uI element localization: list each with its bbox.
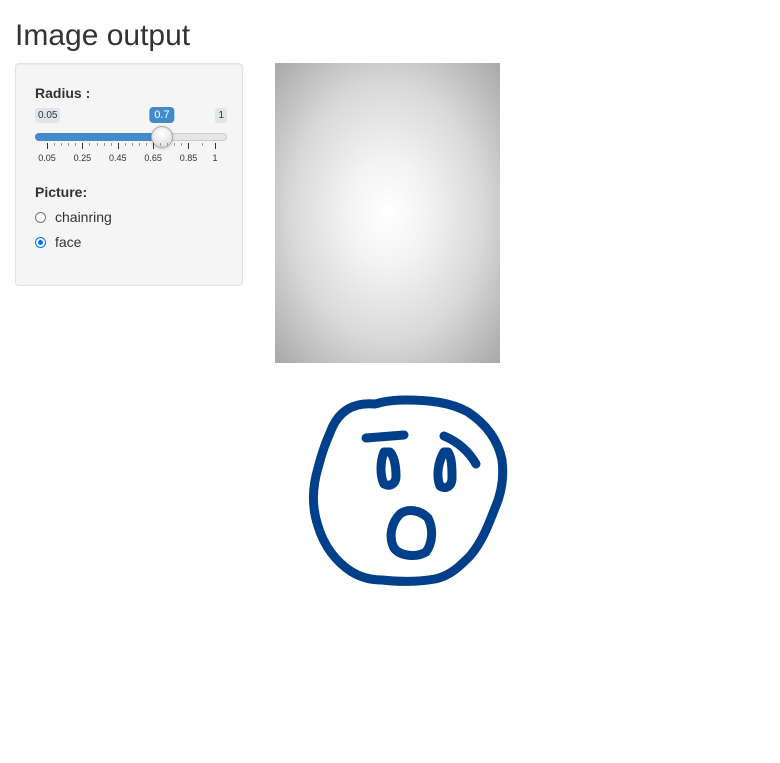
page-title: Image output — [15, 19, 191, 52]
slider-minor-tick — [89, 143, 91, 146]
slider-tick — [153, 143, 155, 149]
radio-label-face: face — [55, 234, 82, 250]
face-drawing-image — [309, 395, 508, 586]
radio-option-face[interactable]: face — [35, 234, 81, 250]
slider-tick — [188, 143, 190, 149]
radius-slider[interactable]: 0.05 1 0.7 0.05 0.25 0.45 0.65 0.85 1 — [35, 107, 227, 164]
slider-tick — [215, 143, 216, 149]
slider-minor-tick — [61, 143, 63, 146]
slider-minor-tick — [160, 143, 162, 146]
slider-minor-tick — [181, 143, 183, 146]
radio-option-chainring[interactable]: chainring — [35, 209, 112, 225]
sidebar-panel: Radius : 0.05 1 0.7 0.05 0.25 0.45 0.65 0.85… — [15, 63, 243, 286]
radio-label-chainring: chainring — [55, 209, 112, 225]
slider-minor-tick — [110, 143, 112, 146]
picture-label: Picture: — [35, 184, 88, 200]
slider-handle[interactable] — [150, 126, 173, 148]
radial-gradient-image — [275, 63, 500, 363]
slider-tick-label: 0.65 — [144, 153, 162, 163]
slider-minor-tick — [201, 143, 203, 146]
slider-tick — [82, 143, 84, 149]
slider-tick-label: 0.05 — [38, 153, 56, 163]
slider-minor-tick — [124, 143, 126, 146]
slider-tick-label: 0.25 — [73, 153, 92, 163]
slider-value-label: 0.7 — [149, 107, 175, 123]
slider-tick-label: 1 — [212, 153, 218, 163]
page: Image output Radius : 0.05 1 0.7 0.05 0.2… — [0, 0, 780, 763]
slider-tick — [117, 143, 119, 149]
radio-button-chainring[interactable] — [35, 211, 46, 223]
slider-minor-tick — [96, 143, 98, 146]
slider-minor-tick — [131, 143, 133, 146]
slider-tick-label: 0.85 — [179, 153, 198, 163]
slider-minor-tick — [138, 143, 140, 146]
left-eye — [376, 447, 401, 490]
radius-label: Radius : — [35, 85, 91, 101]
slider-fill — [35, 133, 162, 141]
slider-minor-tick — [68, 143, 70, 146]
slider-minor-tick — [54, 143, 56, 146]
radio-button-face[interactable] — [35, 236, 46, 248]
slider-max-label: 1 — [215, 108, 227, 123]
slider-minor-tick — [174, 143, 176, 146]
slider-minor-tick — [146, 143, 148, 146]
slider-tick — [47, 143, 48, 149]
mouth — [386, 506, 437, 560]
slider-minor-tick — [167, 143, 169, 146]
slider-tick-label: 0.45 — [108, 153, 127, 163]
slider-min-label: 0.05 — [35, 108, 61, 123]
slider-minor-tick — [75, 143, 77, 146]
left-eyebrow — [361, 430, 409, 443]
right-eye — [433, 447, 457, 493]
slider-minor-tick — [103, 143, 105, 146]
